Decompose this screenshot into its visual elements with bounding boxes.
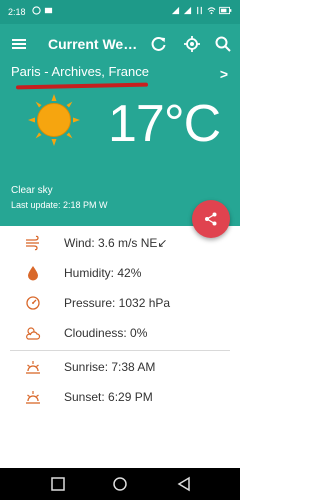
temperature-value: 17°C: [108, 95, 221, 153]
clear-sky-sun-icon: [28, 94, 80, 146]
list-item: Pressure: 1032 hPa: [0, 288, 240, 318]
sunset-icon: [26, 391, 40, 404]
status-bar: 2:18: [0, 0, 240, 24]
wind-icon: [26, 235, 39, 251]
cloudiness-icon: [26, 327, 41, 340]
wind-value: Wind: 3.6 m/s NE↙: [64, 236, 168, 250]
divider: [10, 350, 230, 351]
app-bar: Current Weat...: [0, 24, 240, 64]
status-left-icons: [32, 6, 53, 15]
list-item: Sunrise: 7:38 AM: [0, 352, 240, 382]
notification-icon: [44, 7, 53, 14]
menu-icon[interactable]: [10, 35, 28, 53]
weather-description: Clear sky: [11, 185, 53, 196]
humidity-value: Humidity: 42%: [64, 266, 142, 280]
humidity-icon: [28, 266, 38, 281]
search-icon[interactable]: [214, 35, 232, 53]
sunrise-value: Sunrise: 7:38 AM: [64, 360, 156, 374]
signal-icon: [183, 6, 192, 15]
list-item: Wind: 3.6 m/s NE↙: [0, 228, 240, 258]
battery-icon: [219, 6, 232, 15]
wifi-icon: [207, 7, 216, 15]
status-time: 2:18: [8, 7, 26, 17]
pressure-value: Pressure: 1032 hPa: [64, 296, 171, 310]
location-underline: [15, 82, 149, 90]
whatsapp-icon: [32, 6, 41, 15]
location-name[interactable]: Paris - Archives, France: [11, 64, 149, 79]
page-title: Current Weat...: [48, 36, 144, 52]
sunset-value: Sunset: 6:29 PM: [64, 390, 153, 404]
location-icon[interactable]: [183, 35, 201, 53]
recents-icon[interactable]: [50, 476, 66, 492]
home-icon[interactable]: [112, 476, 128, 492]
signal-icon: [171, 6, 180, 15]
share-icon: [205, 212, 217, 226]
data-icon: [197, 6, 202, 15]
pressure-icon: [26, 296, 40, 310]
list-item: Sunset: 6:29 PM: [0, 382, 240, 412]
last-update-text: Last update: 2:18 PM W: [11, 200, 108, 210]
back-icon[interactable]: [176, 476, 192, 492]
list-item: Cloudiness: 0%: [0, 318, 240, 348]
cloudiness-value: Cloudiness: 0%: [64, 326, 148, 340]
refresh-icon[interactable]: [150, 35, 168, 53]
sunrise-icon: [26, 361, 40, 374]
list-item: Humidity: 42%: [0, 258, 240, 288]
next-location-arrow[interactable]: >: [220, 66, 228, 82]
system-nav-bar: [0, 468, 240, 500]
status-right-icons: [171, 6, 232, 15]
